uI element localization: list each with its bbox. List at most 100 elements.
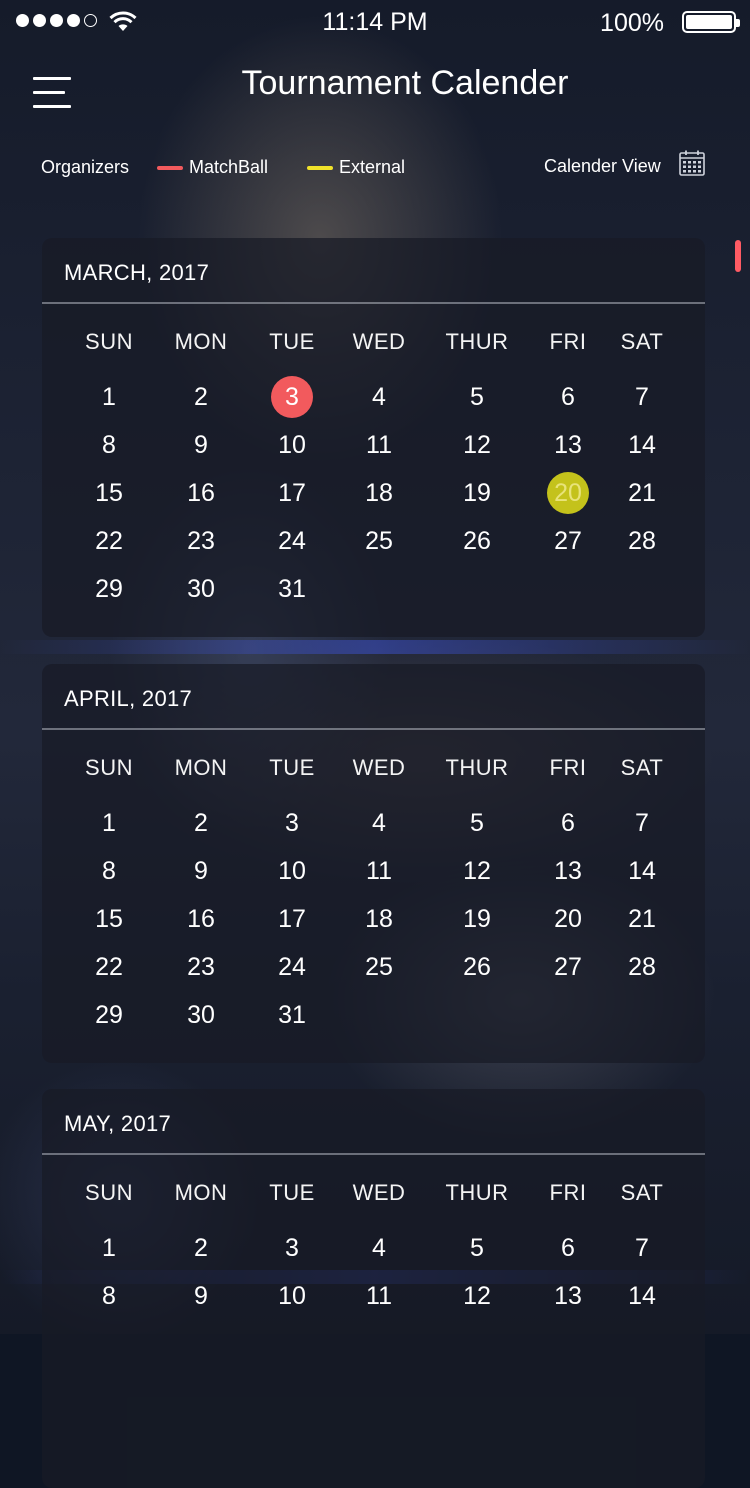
day-cell[interactable]: 13 <box>528 1275 608 1317</box>
day-cell[interactable]: 12 <box>437 424 517 466</box>
day-cell[interactable]: 27 <box>528 520 608 562</box>
calendar-icon[interactable] <box>679 150 705 176</box>
day-cell[interactable]: 9 <box>161 424 241 466</box>
day-cell[interactable]: 28 <box>602 520 682 562</box>
day-cell[interactable]: 15 <box>69 472 149 514</box>
day-cell[interactable]: 5 <box>437 376 517 418</box>
day-cell[interactable]: 31 <box>252 568 332 610</box>
day-number: 19 <box>463 479 491 507</box>
day-cell[interactable]: 17 <box>252 472 332 514</box>
day-cell[interactable]: 2 <box>161 376 241 418</box>
day-cell[interactable]: 6 <box>528 376 608 418</box>
day-number: 29 <box>95 1001 123 1029</box>
day-number: 29 <box>95 575 123 603</box>
weekday-header: SAT <box>620 755 664 780</box>
day-cell[interactable]: 1 <box>69 376 149 418</box>
day-cell[interactable]: 30 <box>161 994 241 1036</box>
day-cell[interactable]: 12 <box>437 850 517 892</box>
day-cell[interactable]: 25 <box>339 520 419 562</box>
day-cell[interactable]: 11 <box>339 1275 419 1317</box>
day-number: 24 <box>278 527 306 555</box>
day-cell[interactable]: 9 <box>161 850 241 892</box>
day-cell[interactable]: 26 <box>437 520 517 562</box>
day-number: 5 <box>470 809 484 837</box>
day-cell[interactable]: 14 <box>602 1275 682 1317</box>
day-cell[interactable]: 5 <box>437 1227 517 1269</box>
day-number: 31 <box>278 575 306 603</box>
day-cell-external-event[interactable]: 20 <box>528 472 608 514</box>
day-number: 16 <box>187 479 215 507</box>
day-cell[interactable]: 8 <box>69 850 149 892</box>
day-number: 23 <box>187 953 215 981</box>
day-number: 20 <box>554 479 582 507</box>
day-cell[interactable]: 19 <box>437 898 517 940</box>
day-cell[interactable]: 1 <box>69 1227 149 1269</box>
day-number: 11 <box>366 431 392 459</box>
calendar-view-label[interactable]: Calender View <box>544 156 661 177</box>
day-cell[interactable]: 18 <box>339 898 419 940</box>
day-cell[interactable]: 22 <box>69 946 149 988</box>
day-cell[interactable]: 15 <box>69 898 149 940</box>
day-cell-matchball-event[interactable]: 3 <box>252 376 332 418</box>
day-cell[interactable]: 10 <box>252 424 332 466</box>
day-cell[interactable]: 16 <box>161 898 241 940</box>
app-header: Tournament Calender <box>0 58 750 114</box>
day-cell[interactable]: 9 <box>161 1275 241 1317</box>
day-cell[interactable]: 11 <box>339 850 419 892</box>
month-title: APRIL, 2017 <box>64 686 193 711</box>
day-cell[interactable]: 8 <box>69 1275 149 1317</box>
day-cell[interactable]: 13 <box>528 424 608 466</box>
scroll-indicator[interactable] <box>735 240 741 272</box>
day-cell[interactable]: 24 <box>252 946 332 988</box>
day-cell[interactable]: 8 <box>69 424 149 466</box>
day-cell[interactable]: 5 <box>437 802 517 844</box>
day-number: 28 <box>628 953 656 981</box>
day-number: 11 <box>366 1282 392 1310</box>
day-number: 14 <box>628 857 656 885</box>
day-cell[interactable]: 18 <box>339 472 419 514</box>
day-cell[interactable]: 29 <box>69 568 149 610</box>
day-cell[interactable]: 17 <box>252 898 332 940</box>
day-cell[interactable]: 24 <box>252 520 332 562</box>
day-cell[interactable]: 3 <box>252 802 332 844</box>
day-cell[interactable]: 6 <box>528 802 608 844</box>
day-cell[interactable]: 30 <box>161 568 241 610</box>
day-cell[interactable]: 4 <box>339 1227 419 1269</box>
day-cell[interactable]: 28 <box>602 946 682 988</box>
day-cell[interactable]: 11 <box>339 424 419 466</box>
day-cell[interactable]: 25 <box>339 946 419 988</box>
day-cell[interactable]: 14 <box>602 424 682 466</box>
day-cell[interactable]: 29 <box>69 994 149 1036</box>
day-cell[interactable]: 20 <box>528 898 608 940</box>
day-cell[interactable]: 12 <box>437 1275 517 1317</box>
day-cell[interactable]: 21 <box>602 472 682 514</box>
day-cell[interactable]: 22 <box>69 520 149 562</box>
month-title: MAY, 2017 <box>64 1111 172 1136</box>
day-cell[interactable]: 6 <box>528 1227 608 1269</box>
day-cell[interactable]: 10 <box>252 1275 332 1317</box>
day-cell[interactable]: 21 <box>602 898 682 940</box>
day-cell[interactable]: 31 <box>252 994 332 1036</box>
month-divider <box>42 1153 705 1155</box>
weekday-header: TUE <box>269 755 315 780</box>
day-cell[interactable]: 1 <box>69 802 149 844</box>
day-cell[interactable]: 26 <box>437 946 517 988</box>
day-cell[interactable]: 27 <box>528 946 608 988</box>
day-cell[interactable]: 4 <box>339 802 419 844</box>
day-cell[interactable]: 7 <box>602 376 682 418</box>
day-cell[interactable]: 2 <box>161 802 241 844</box>
day-cell[interactable]: 14 <box>602 850 682 892</box>
day-cell[interactable]: 2 <box>161 1227 241 1269</box>
day-cell[interactable]: 19 <box>437 472 517 514</box>
day-cell[interactable]: 10 <box>252 850 332 892</box>
day-cell[interactable]: 16 <box>161 472 241 514</box>
weekday-header: TUE <box>269 329 315 354</box>
day-number: 27 <box>554 953 582 981</box>
day-cell[interactable]: 23 <box>161 946 241 988</box>
day-cell[interactable]: 13 <box>528 850 608 892</box>
day-cell[interactable]: 23 <box>161 520 241 562</box>
day-cell[interactable]: 3 <box>252 1227 332 1269</box>
day-cell[interactable]: 7 <box>602 1227 682 1269</box>
day-cell[interactable]: 7 <box>602 802 682 844</box>
day-cell[interactable]: 4 <box>339 376 419 418</box>
